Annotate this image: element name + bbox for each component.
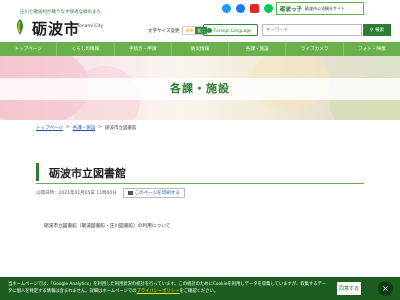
city-name-en: Tonami City	[77, 24, 104, 29]
search-button-label: 検索	[375, 27, 385, 32]
search-input[interactable]	[262, 24, 362, 36]
foreign-language-label: Foreign Language	[214, 27, 252, 33]
foreign-language-button[interactable]: Foreign Language	[203, 24, 258, 36]
facebook-icon[interactable]	[236, 4, 245, 13]
search-icon: ⚲	[369, 27, 374, 32]
kids-site-banner[interactable]: 砺波っ子 砺波市公式観光サイト	[276, 2, 364, 15]
body-text: 砺波市立図書館（砺波図書館・庄川図書館）の利用について	[44, 224, 171, 229]
breadcrumb-current: 砺波市立図書館	[104, 126, 137, 131]
global-nav: トップページ くらしの情報 手続き・申請 防災情報 各課・施設 ライブカメラ フ…	[0, 42, 400, 56]
title-divider	[36, 183, 364, 184]
page: 庄川と散居村が織りなす快適な緑のまち 砺波市 Tonami City 砺波っ子 …	[0, 0, 400, 300]
page-title-box: 砺波市立図書館	[36, 163, 364, 181]
nav-item-procedures[interactable]: 手続き・申請	[115, 42, 172, 56]
printer-icon	[127, 191, 133, 195]
nav-item-livecam[interactable]: ライブカメラ	[286, 42, 344, 56]
breadcrumb-separator: >	[65, 125, 70, 130]
kids-title: 砺波っ子	[280, 6, 303, 13]
site-header: 庄川と散居村が織りなす快適な緑のまち 砺波市 Tonami City 砺波っ子 …	[0, 0, 400, 40]
site-tagline: 庄川と散居村が織りなす快適な緑のまち	[20, 10, 101, 15]
line-icon[interactable]	[264, 4, 273, 13]
breadcrumb-top[interactable]: トップページ	[36, 125, 63, 131]
page-meta: 公開日時：2021年01月05日 11時00分 このページを印刷する	[36, 188, 185, 198]
hero-title: 各課・施設	[170, 82, 230, 95]
nav-item-departments[interactable]: 各課・施設	[229, 42, 287, 56]
cookie-text-1: 当ホームページでは、「Google Analytics」を利用した利用状況の統計…	[8, 282, 292, 287]
font-size-label: 文字サイズ変更	[148, 28, 180, 34]
city-emblem-icon	[17, 19, 23, 35]
nav-item-disaster[interactable]: 防災情報	[172, 42, 230, 56]
cookie-text: 当ホームページでは、「Google Analytics」を利用した利用状況の統計…	[8, 281, 328, 295]
city-name: 砺波市	[32, 20, 81, 38]
youtube-icon[interactable]	[250, 4, 259, 13]
font-size-control: 文字サイズ変更 標準 拡大	[148, 26, 209, 35]
kids-subtitle: 砺波市公式観光サイト	[305, 5, 346, 11]
font-size-standard-button[interactable]: 標準	[183, 27, 196, 34]
close-icon[interactable]: ×	[378, 281, 393, 296]
hero-banner: 各課・施設	[0, 56, 400, 120]
nav-item-photo[interactable]: フォト・映像	[344, 42, 400, 56]
nav-item-living[interactable]: くらしの情報	[57, 42, 115, 56]
cookie-agree-button[interactable]: 同意する	[337, 282, 361, 295]
twitter-icon[interactable]	[222, 4, 231, 13]
cookie-text-3: をご確認ください。	[179, 289, 219, 294]
social-links	[222, 4, 273, 13]
search-button[interactable]: ⚲ 検索	[363, 24, 391, 36]
cookie-banner: 当ホームページでは、「Google Analytics」を利用した利用状況の統計…	[0, 277, 400, 300]
globe-icon	[207, 27, 212, 33]
site-logo[interactable]: 庄川と散居村が織りなす快適な緑のまち 砺波市 Tonami City	[10, 5, 110, 38]
nav-item-top[interactable]: トップページ	[0, 42, 58, 56]
breadcrumb-departments[interactable]: 各課・施設	[73, 125, 96, 131]
privacy-policy-link[interactable]: プライバシーポリシー	[137, 289, 180, 294]
page-title: 砺波市立図書館	[49, 167, 126, 180]
breadcrumb-separator: >	[98, 125, 102, 130]
publish-date: 公開日時：2021年01月05日 11時00分	[36, 191, 117, 196]
breadcrumb: トップページ > 各課・施設 > 砺波市立図書館	[36, 125, 136, 131]
print-button[interactable]: このページを印刷する	[122, 188, 185, 198]
print-label: このページを印刷する	[134, 191, 180, 196]
